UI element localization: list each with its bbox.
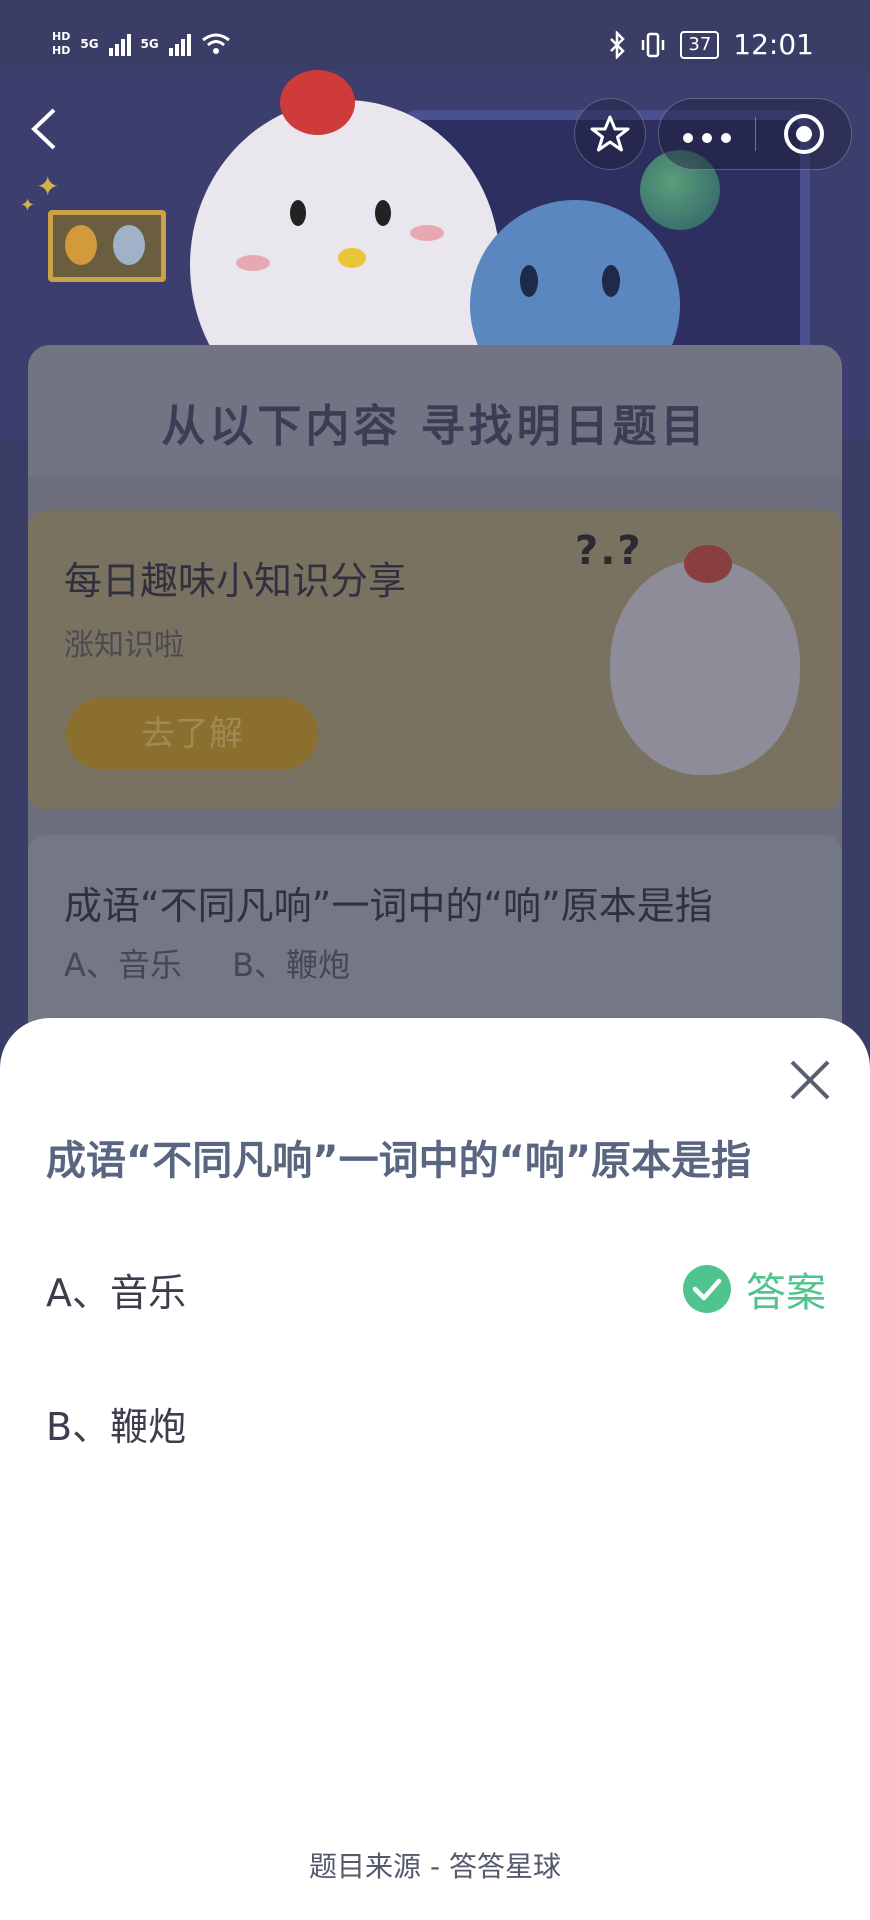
close-miniprogram-button[interactable] xyxy=(756,112,851,156)
signal-group: HD HD 5G 5G xyxy=(52,30,231,58)
page-heading: 从以下内容 寻找明日题目 xyxy=(161,401,709,452)
question-card-title: 成语“不同凡响”一词中的“响”原本是指 xyxy=(64,884,713,928)
close-icon xyxy=(790,1060,830,1100)
answer-badge: 答案 xyxy=(682,1260,826,1318)
close-sheet-button[interactable] xyxy=(782,1052,838,1108)
check-circle-icon xyxy=(683,1265,731,1313)
network-type-1: 5G xyxy=(80,37,99,51)
vibrate-icon xyxy=(642,32,665,57)
status-right: 37 12:01 xyxy=(608,28,814,61)
option-b[interactable]: B、鞭炮 xyxy=(46,1396,186,1451)
hd-label-2: HD xyxy=(52,44,71,57)
star-icon xyxy=(590,115,630,152)
favorite-button[interactable] xyxy=(574,98,646,170)
battery-icon: 37 xyxy=(680,30,720,59)
question-card-options: A、音乐 B、鞭炮 xyxy=(64,940,390,986)
chevron-left-icon xyxy=(31,108,56,150)
sparkle-icon: ✦ xyxy=(36,170,60,203)
sparkle-icon: ✦ xyxy=(20,195,36,216)
more-dots-icon xyxy=(683,132,731,143)
chick-eye xyxy=(375,200,391,226)
trivia-title: 每日趣味小知识分享 xyxy=(64,559,407,603)
learn-more-button[interactable]: 去了解 xyxy=(66,698,318,770)
blob-eye xyxy=(520,265,538,297)
answer-label: 答案 xyxy=(746,1270,826,1316)
back-button[interactable] xyxy=(26,104,66,154)
thinking-chick-illustration xyxy=(610,560,800,775)
network-type-2: 5G xyxy=(140,37,159,51)
more-button[interactable] xyxy=(659,117,755,152)
silver-medal-icon xyxy=(113,225,145,265)
question-marks-decoration: ?.? xyxy=(575,528,643,574)
signal-icon-1 xyxy=(108,32,131,56)
chick-eye xyxy=(290,200,306,226)
question-card-option: B、鞭炮 xyxy=(232,946,351,984)
bluetooth-icon xyxy=(610,30,626,59)
question-card-option: A、音乐 xyxy=(64,946,182,984)
option-a[interactable]: A、音乐 xyxy=(46,1262,186,1317)
sheet-question-title: 成语“不同凡响”一词中的“响”原本是指 xyxy=(46,1138,752,1184)
chick-beak xyxy=(338,248,366,268)
clock: 12:01 xyxy=(733,28,814,61)
hd-label-1: HD xyxy=(52,30,71,43)
hd-indicator: HD HD xyxy=(52,30,70,58)
trivia-subtitle: 涨知识啦 xyxy=(64,628,184,663)
chick-comb xyxy=(280,70,355,135)
wifi-icon xyxy=(201,33,230,54)
thinking-chick-comb xyxy=(684,545,732,583)
target-icon xyxy=(783,114,824,154)
source-footer: 题目来源 - 答答星球 xyxy=(309,1850,561,1883)
chick-cheek xyxy=(236,255,270,271)
medal-plaque-illustration xyxy=(48,210,166,282)
chick-cheek xyxy=(410,225,444,241)
signal-icon-2 xyxy=(168,32,191,56)
gold-medal-icon xyxy=(65,225,97,265)
miniprogram-capsule xyxy=(658,98,852,170)
blob-eye xyxy=(602,265,620,297)
